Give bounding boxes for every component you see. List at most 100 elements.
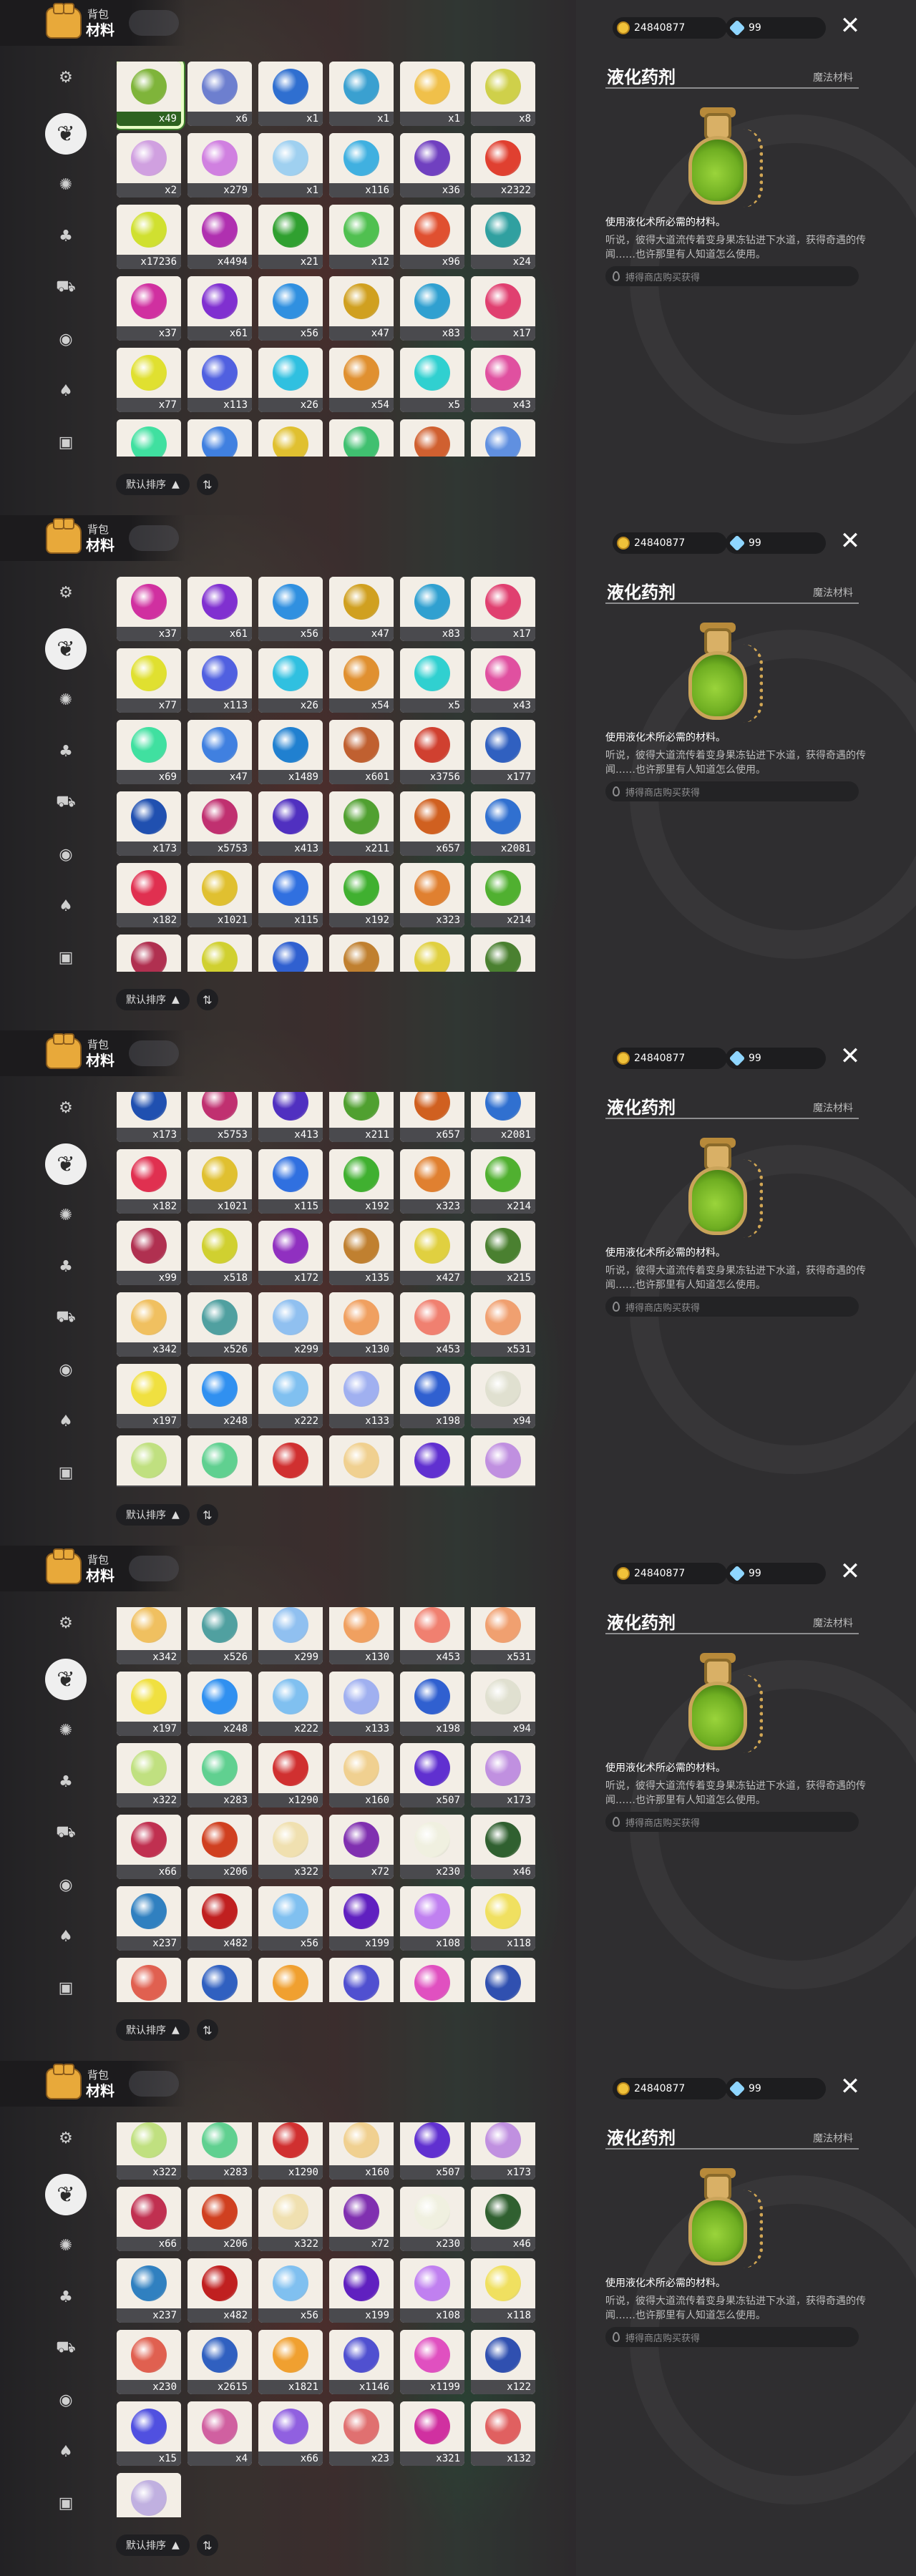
category-materials-icon[interactable]: ❦ bbox=[45, 2174, 87, 2215]
inventory-item[interactable]: x56 bbox=[258, 577, 323, 641]
inventory-item[interactable]: x37 bbox=[117, 276, 181, 341]
inventory-item[interactable]: x531 bbox=[471, 1292, 535, 1357]
category-acorn-icon[interactable]: ♠ bbox=[50, 1405, 82, 1437]
inventory-item[interactable]: x160 bbox=[329, 2122, 394, 2180]
inventory-item[interactable]: x601 bbox=[329, 720, 394, 784]
inventory-item[interactable]: x47 bbox=[329, 276, 394, 341]
category-ball-icon[interactable]: ◉ bbox=[50, 1354, 82, 1385]
inventory-item[interactable]: x61 bbox=[187, 276, 252, 341]
inventory-item[interactable] bbox=[117, 419, 181, 457]
inventory-item[interactable]: x173 bbox=[471, 1435, 535, 1487]
inventory-item[interactable]: x182 bbox=[117, 1149, 181, 1214]
inventory-item[interactable]: x283 bbox=[187, 1435, 252, 1487]
close-icon[interactable]: ✕ bbox=[837, 528, 863, 554]
inventory-item[interactable]: x279 bbox=[187, 133, 252, 197]
inventory-item[interactable]: x1146 bbox=[329, 2330, 394, 2394]
inventory-item[interactable]: x2 bbox=[117, 133, 181, 197]
inventory-item[interactable]: x230 bbox=[400, 2187, 464, 2251]
inventory-item[interactable]: x160 bbox=[329, 1743, 394, 1807]
inventory-item[interactable]: x66 bbox=[117, 2187, 181, 2251]
category-leaf-icon[interactable]: ♣ bbox=[50, 220, 82, 252]
inventory-item[interactable]: x96 bbox=[400, 205, 464, 269]
inventory-item[interactable]: x3756 bbox=[400, 720, 464, 784]
inventory-item[interactable]: x115 bbox=[258, 863, 323, 927]
inventory-item[interactable]: x1290 bbox=[258, 2122, 323, 2180]
inventory-item[interactable]: x2081 bbox=[471, 1092, 535, 1142]
inventory-item[interactable] bbox=[258, 419, 323, 457]
inventory-item[interactable]: x211 bbox=[329, 791, 394, 856]
inventory-item[interactable]: x21 bbox=[258, 205, 323, 269]
inventory-item[interactable]: x657 bbox=[400, 791, 464, 856]
inventory-item[interactable]: x507 bbox=[400, 1743, 464, 1807]
inventory-item[interactable]: x133 bbox=[329, 1364, 394, 1428]
inventory-item[interactable]: x199 bbox=[329, 1886, 394, 1951]
inventory-item[interactable] bbox=[258, 935, 323, 972]
inventory-item[interactable]: x47 bbox=[329, 577, 394, 641]
close-icon[interactable]: ✕ bbox=[837, 1043, 863, 1069]
inventory-item[interactable]: x5753 bbox=[187, 1092, 252, 1142]
category-leaf-icon[interactable]: ♣ bbox=[50, 1766, 82, 1797]
inventory-item[interactable]: x482 bbox=[187, 2258, 252, 2323]
sort-button[interactable]: 默认排序 ▲ bbox=[116, 989, 190, 1010]
category-sun-icon[interactable]: ✺ bbox=[50, 684, 82, 716]
inventory-item[interactable]: x198 bbox=[400, 1364, 464, 1428]
inventory-item[interactable] bbox=[187, 935, 252, 972]
inventory-item[interactable]: x122 bbox=[471, 1958, 535, 2002]
sort-button[interactable]: 默认排序 ▲ bbox=[116, 2534, 190, 2556]
category-chest-icon[interactable]: ▣ bbox=[50, 942, 82, 973]
inventory-item[interactable]: x299 bbox=[258, 1607, 323, 1664]
inventory-item[interactable]: x99 bbox=[117, 1221, 181, 1285]
inventory-item[interactable]: x299 bbox=[258, 1292, 323, 1357]
inventory-item[interactable]: x108 bbox=[400, 2258, 464, 2323]
inventory-item[interactable]: x54 bbox=[329, 348, 394, 412]
inventory-item[interactable]: x56 bbox=[258, 2258, 323, 2323]
inventory-item[interactable]: x1290 bbox=[258, 1435, 323, 1487]
inventory-item[interactable]: x47 bbox=[187, 720, 252, 784]
inventory-item[interactable]: x5753 bbox=[187, 791, 252, 856]
inventory-item[interactable]: x2615 bbox=[187, 2330, 252, 2394]
inventory-item[interactable]: x69 bbox=[117, 720, 181, 784]
category-leaf-icon[interactable]: ♣ bbox=[50, 736, 82, 767]
category-cart-icon[interactable]: ⛟ bbox=[50, 272, 82, 303]
inventory-item[interactable]: x37 bbox=[117, 577, 181, 641]
inventory-item[interactable]: x1821 bbox=[258, 2330, 323, 2394]
category-acorn-icon[interactable]: ♠ bbox=[50, 2436, 82, 2467]
inventory-item[interactable]: x214 bbox=[471, 1149, 535, 1214]
item-source[interactable]: 搏得商店购买获得 bbox=[605, 1297, 859, 1317]
category-ball-icon[interactable]: ◉ bbox=[50, 1869, 82, 1901]
inventory-item[interactable]: x323 bbox=[400, 863, 464, 927]
inventory-item[interactable]: x46 bbox=[471, 1815, 535, 1879]
inventory-item[interactable]: x118 bbox=[471, 1886, 535, 1951]
inventory-item[interactable]: x222 bbox=[258, 1672, 323, 1736]
inventory-item[interactable] bbox=[329, 419, 394, 457]
inventory-item[interactable]: x206 bbox=[187, 2187, 252, 2251]
inventory-item[interactable]: x1 bbox=[329, 62, 394, 126]
inventory-item[interactable]: x17 bbox=[471, 577, 535, 641]
inventory-item[interactable]: x115 bbox=[258, 1149, 323, 1214]
category-chest-icon[interactable]: ▣ bbox=[50, 426, 82, 458]
inventory-item[interactable]: x24 bbox=[471, 205, 535, 269]
inventory-item[interactable]: x160 bbox=[329, 1435, 394, 1487]
sort-direction-toggle-icon[interactable]: ⇅ bbox=[196, 2019, 218, 2041]
inventory-item[interactable]: x413 bbox=[258, 791, 323, 856]
inventory-item[interactable] bbox=[471, 419, 535, 457]
sort-button[interactable]: 默认排序 ▲ bbox=[116, 474, 190, 495]
inventory-item[interactable]: x453 bbox=[400, 1292, 464, 1357]
category-cart-icon[interactable]: ⛟ bbox=[50, 787, 82, 819]
category-chest-icon[interactable]: ▣ bbox=[50, 1972, 82, 2004]
item-source[interactable]: 搏得商店购买获得 bbox=[605, 781, 859, 801]
category-sun-icon[interactable]: ✺ bbox=[50, 169, 82, 200]
inventory-item[interactable]: x17236 bbox=[117, 205, 181, 269]
inventory-item[interactable]: x133 bbox=[329, 1672, 394, 1736]
inventory-item[interactable]: x26 bbox=[258, 348, 323, 412]
inventory-item[interactable]: x323 bbox=[400, 1149, 464, 1214]
category-leaf-icon[interactable]: ♣ bbox=[50, 2281, 82, 2313]
inventory-item[interactable]: x177 bbox=[471, 720, 535, 784]
inventory-item[interactable]: x1146 bbox=[329, 1958, 394, 2002]
inventory-item[interactable]: x132 bbox=[471, 2401, 535, 2466]
category-chest-icon[interactable]: ▣ bbox=[50, 2487, 82, 2519]
inventory-item[interactable]: x66 bbox=[117, 1815, 181, 1879]
inventory-item[interactable]: x130 bbox=[329, 1607, 394, 1664]
inventory-item[interactable]: x230 bbox=[117, 1958, 181, 2002]
inventory-item[interactable] bbox=[400, 935, 464, 972]
